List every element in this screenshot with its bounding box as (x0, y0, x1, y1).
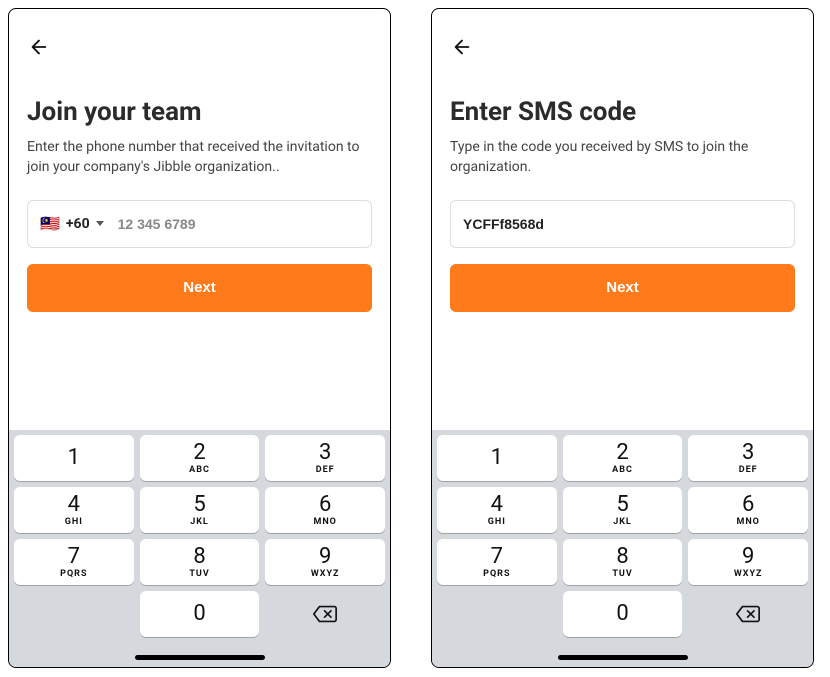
keypad-7[interactable]: 7PQRS (437, 539, 557, 585)
keypad-empty (437, 591, 557, 637)
country-code-selector[interactable]: 🇲🇾 +60 (40, 214, 104, 233)
keypad-4[interactable]: 4GHI (437, 487, 557, 533)
keypad-empty (14, 591, 134, 637)
keypad-6[interactable]: 6MNO (265, 487, 385, 533)
keypad-2[interactable]: 2ABC (140, 435, 260, 481)
keypad-5[interactable]: 5JKL (563, 487, 683, 533)
page-subtitle: Enter the phone number that received the… (27, 137, 372, 178)
page-subtitle: Type in the code you received by SMS to … (450, 137, 795, 178)
keypad-6[interactable]: 6MNO (688, 487, 808, 533)
keypad-8[interactable]: 8TUV (140, 539, 260, 585)
keypad-2[interactable]: 2ABC (563, 435, 683, 481)
backspace-icon (312, 604, 338, 624)
keypad-backspace[interactable] (265, 591, 385, 637)
keypad-0[interactable]: 0 (563, 591, 683, 637)
phone-input-row: 🇲🇾 +60 (27, 200, 372, 248)
next-button[interactable]: Next (450, 264, 795, 312)
next-button[interactable]: Next (27, 264, 372, 312)
phone-screen-enter-sms: Enter SMS code Type in the code you rece… (431, 8, 814, 668)
backspace-icon (735, 604, 761, 624)
sms-code-input-row (450, 200, 795, 248)
numeric-keypad: 1 2ABC 3DEF 4GHI 5JKL 6MNO 7PQRS 8TUV 9W… (432, 430, 813, 667)
keypad-7[interactable]: 7PQRS (14, 539, 134, 585)
back-arrow-icon (28, 36, 50, 58)
sms-code-input[interactable] (463, 216, 782, 232)
back-button[interactable] (27, 35, 51, 59)
keypad-9[interactable]: 9WXYZ (265, 539, 385, 585)
numeric-keypad: 1 2ABC 3DEF 4GHI 5JKL 6MNO 7PQRS 8TUV 9W… (9, 430, 390, 667)
phone-input[interactable] (118, 216, 359, 232)
content-area: Join your team Enter the phone number th… (9, 9, 390, 430)
keypad-8[interactable]: 8TUV (563, 539, 683, 585)
flag-icon: 🇲🇾 (40, 214, 60, 233)
keypad-5[interactable]: 5JKL (140, 487, 260, 533)
page-title: Join your team (27, 97, 372, 127)
chevron-down-icon (96, 221, 104, 226)
keypad-1[interactable]: 1 (14, 435, 134, 481)
home-indicator[interactable] (135, 655, 265, 660)
page-title: Enter SMS code (450, 97, 795, 127)
keypad-backspace[interactable] (688, 591, 808, 637)
keypad-9[interactable]: 9WXYZ (688, 539, 808, 585)
back-button[interactable] (450, 35, 474, 59)
keypad-0[interactable]: 0 (140, 591, 260, 637)
back-arrow-icon (451, 36, 473, 58)
home-indicator[interactable] (558, 655, 688, 660)
country-prefix: +60 (66, 216, 90, 232)
content-area: Enter SMS code Type in the code you rece… (432, 9, 813, 430)
keypad-3[interactable]: 3DEF (265, 435, 385, 481)
keypad-4[interactable]: 4GHI (14, 487, 134, 533)
keypad-3[interactable]: 3DEF (688, 435, 808, 481)
keypad-1[interactable]: 1 (437, 435, 557, 481)
phone-screen-join-team: Join your team Enter the phone number th… (8, 8, 391, 668)
